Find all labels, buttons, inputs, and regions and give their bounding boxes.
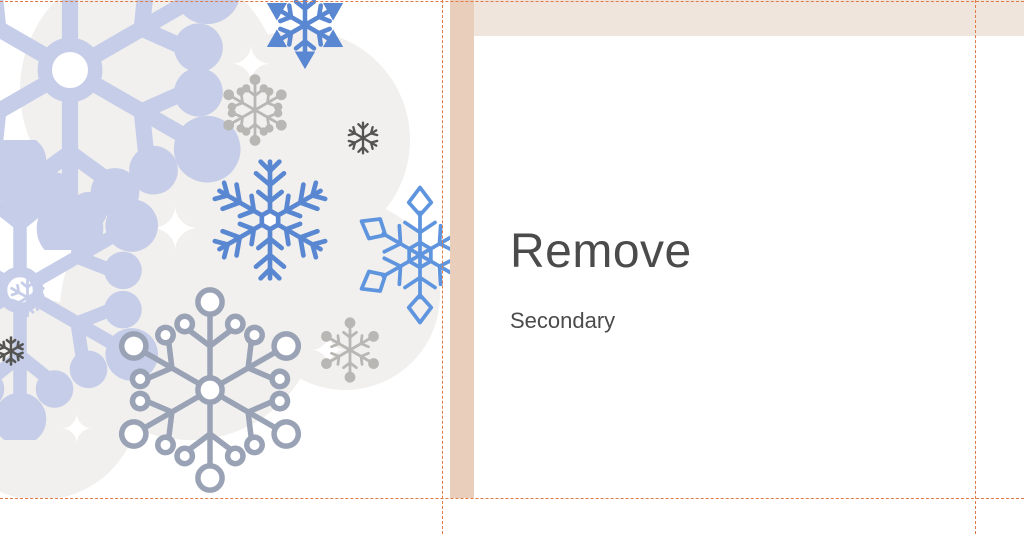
separator-bar (450, 0, 474, 498)
snowflake-blue-small-icon (260, 0, 350, 70)
snowflake-crystal-icon (345, 180, 450, 330)
content-area: Remove Secondary (510, 0, 1024, 498)
snowflake-grey-small-icon (215, 70, 295, 150)
slide-subtitle[interactable]: Secondary (510, 308, 615, 334)
snowflake-dark-tiny-icon (340, 115, 386, 161)
guide-bottom (0, 498, 1024, 499)
snowflake-steel-outline-icon (100, 280, 320, 498)
snowflake-blue-fern-icon (200, 150, 340, 290)
slide-title[interactable]: Remove (510, 224, 692, 279)
illustration-snowflakes: ✦ ✦ ✦ ✦ (0, 0, 450, 498)
slide: ✦ ✦ ✦ ✦ (0, 0, 1024, 534)
snowflake-grey-lower-icon (310, 310, 390, 390)
snowflake-lavender-tiny-icon (0, 270, 55, 325)
snowflake-dark-bottom-icon (0, 330, 32, 372)
